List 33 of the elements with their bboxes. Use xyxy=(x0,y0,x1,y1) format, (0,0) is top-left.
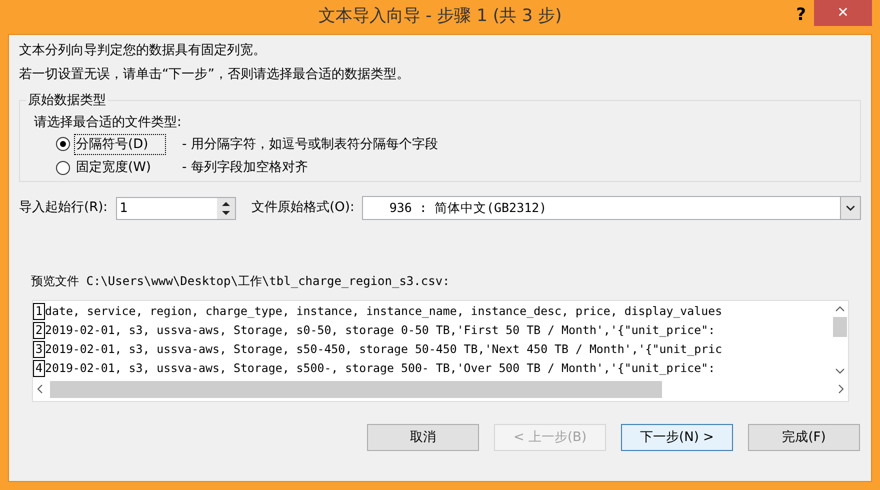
line-number: 4 xyxy=(33,360,45,377)
option-label[interactable]: 固定宽度(W) xyxy=(74,157,166,178)
help-button[interactable]: ? xyxy=(796,3,806,28)
dialog-button[interactable]: 完成(F) xyxy=(748,424,860,451)
window-title: 文本导入向导 - 步骤 1 (共 3 步) xyxy=(318,5,562,28)
file-origin-label: 文件原始格式(O): xyxy=(252,199,354,218)
preview-line: date, service, region, charge_type, instance, instance_name, instance_desc, price, display_values xyxy=(45,302,722,320)
dialog-button[interactable]: 取消 xyxy=(367,424,479,451)
start-row-spinner[interactable]: 1 xyxy=(116,196,236,220)
radio-button[interactable] xyxy=(56,137,70,152)
option-label[interactable]: 分隔符号(D) xyxy=(74,134,166,155)
intro-text: 文本分列向导判定您的数据具有固定列宽。 xyxy=(19,42,267,60)
line-number: 2 xyxy=(33,322,45,339)
radio-button[interactable] xyxy=(56,160,70,175)
start-row-label: 导入起始行(R): xyxy=(19,199,108,218)
dialog-button[interactable]: 下一步(N) > xyxy=(621,424,733,451)
scroll-thumb[interactable] xyxy=(50,380,662,398)
intro-text: 若一切设置无误，请单击“下一步”，否则请选择最合适的数据类型。 xyxy=(19,66,410,84)
scroll-right-icon[interactable] xyxy=(836,383,846,395)
file-origin-dropdown[interactable]: 936 : 简体中文(GB2312) xyxy=(362,196,861,220)
preview-line: 2019-02-01, s3, ussva-aws, Storage, s500-, storage 500- TB,'Over 500 TB / Month','{"unit_price": xyxy=(45,360,716,377)
spinner-arrows-icon[interactable] xyxy=(216,198,235,218)
scroll-thumb[interactable] xyxy=(832,317,846,337)
prompt-text: 请选择最合适的文件类型: xyxy=(34,114,182,132)
preview-line: 2019-02-01, s3, ussva-aws, Storage, s50-450, storage 50-450 TB,'Next 450 TB / Month','{"unit_pric xyxy=(45,340,722,358)
close-button[interactable]: ✕ xyxy=(814,0,872,26)
option-description: - 每列字段加空格对齐 xyxy=(182,159,308,177)
line-number: 1 xyxy=(33,303,45,320)
scroll-left-icon[interactable] xyxy=(35,383,45,395)
preview-file-label: 预览文件 C:\Users\www\Desktop\工作\tbl_charge_region_s3.csv: xyxy=(31,273,451,290)
preview-line: 2019-02-01, s3, ussva-aws, Storage, s0-50, storage 0-50 TB,'First 50 TB / Month','{"unit_price": xyxy=(45,322,716,339)
line-number: 3 xyxy=(33,341,45,358)
option-description: - 用分隔字符，如逗号或制表符分隔每个字段 xyxy=(182,136,438,154)
